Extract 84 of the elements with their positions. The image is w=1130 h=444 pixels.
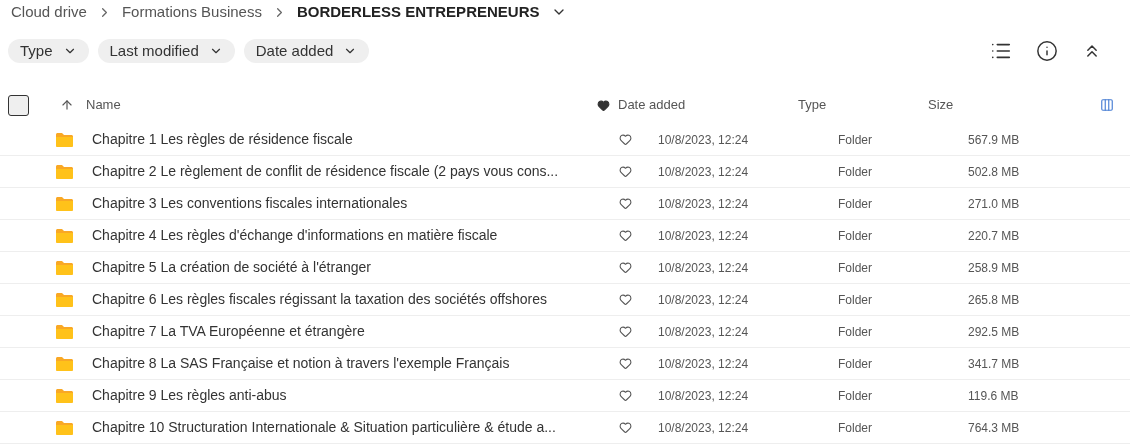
size-cell-text: 292.5 MB — [968, 323, 1021, 341]
date-added-cell-text: 10/8/2023, 12:24 — [658, 419, 750, 437]
date-added-cell-text: 10/8/2023, 12:24 — [658, 195, 750, 213]
type-cell-text: Folder — [838, 291, 873, 309]
filter-dropdown[interactable]: Date added — [243, 39, 370, 63]
size-cell-text: 502.8 MB — [968, 163, 1021, 181]
folder-name: Chapitre 7 La TVA Européenne et étrangère — [92, 322, 366, 341]
favorite-icon[interactable] — [619, 229, 632, 242]
type-cell-text: Folder — [838, 227, 873, 245]
folder-icon — [55, 195, 74, 212]
heart-icon — [597, 98, 610, 112]
folder-icon — [55, 259, 74, 276]
info-icon[interactable] — [1036, 40, 1058, 62]
folder-name: Chapitre 8 La SAS Française et notion à travers l'exemple Français — [92, 354, 511, 373]
folder-row[interactable]: Chapitre 2 Le règlement de conflit de résidence fiscale (2 pays vous cons... 10/8/2023, 12:24 Folder 502.8 MB — [0, 156, 1130, 188]
date-added-cell-text: 10/8/2023, 12:24 — [658, 227, 750, 245]
favorite-icon[interactable] — [619, 197, 632, 210]
folder-row[interactable]: Chapitre 9 Les règles anti-abus 10/8/2023, 12:24 Folder 119.6 MB — [0, 380, 1130, 412]
favorite-icon[interactable] — [619, 133, 632, 146]
folder-icon — [55, 419, 74, 436]
favorite-icon[interactable] — [619, 165, 632, 178]
date-added-cell-text: 10/8/2023, 12:24 — [658, 163, 750, 181]
folder-icon — [55, 323, 74, 340]
folder-row[interactable]: Chapitre 10 Structuration Internationale & Situation particulière & étude a... 10/8/2023, 12:24 Folder 764.3 MB — [0, 412, 1130, 444]
column-header[interactable]: Type — [798, 95, 827, 115]
breadcrumb-item[interactable]: Formations Business — [121, 0, 262, 24]
column-header[interactable]: Name — [86, 95, 121, 115]
type-cell-text: Folder — [838, 131, 873, 149]
favorite-icon[interactable] — [619, 261, 632, 274]
folder-row[interactable]: Chapitre 7 La TVA Européenne et étrangère 10/8/2023, 12:24 Folder 292.5 MB — [0, 316, 1130, 348]
size-cell-text: 271.0 MB — [968, 195, 1021, 213]
folder-name: Chapitre 4 Les règles d'échange d'informations en matière fiscale — [92, 226, 499, 245]
filter-dropdown[interactable]: Last modified — [97, 39, 235, 63]
folder-icon — [55, 131, 74, 148]
favorite-icon[interactable] — [619, 357, 632, 370]
folder-name: Chapitre 3 Les conventions fiscales internationales — [92, 194, 409, 213]
folder-icon — [55, 355, 74, 372]
folder-name: Chapitre 9 Les règles anti-abus — [92, 386, 288, 405]
type-cell-text: Folder — [838, 355, 873, 373]
folder-name: Chapitre 2 Le règlement de conflit de résidence fiscale (2 pays vous cons... — [92, 162, 560, 181]
folder-row[interactable]: Chapitre 8 La SAS Française et notion à travers l'exemple Français 10/8/2023, 12:24 Folder 341.7 MB — [0, 348, 1130, 380]
folder-icon — [55, 163, 74, 180]
date-added-cell-text: 10/8/2023, 12:24 — [658, 387, 750, 405]
favorite-icon[interactable] — [619, 421, 632, 434]
breadcrumb-item[interactable]: BORDERLESS ENTREPRENEURS — [296, 0, 540, 24]
date-added-cell-text: 10/8/2023, 12:24 — [658, 131, 750, 149]
type-cell-text: Folder — [838, 387, 873, 405]
folder-name: Chapitre 1 Les règles de résidence fiscale — [92, 130, 354, 149]
date-added-cell-text: 10/8/2023, 12:24 — [658, 355, 750, 373]
folder-icon — [55, 227, 74, 244]
type-cell-text: Folder — [838, 323, 873, 341]
folder-name: Chapitre 6 Les règles fiscales régissant la taxation des sociétés offshores — [92, 290, 548, 309]
folder-name: Chapitre 10 Structuration Internationale & Situation particulière & étude a... — [92, 418, 557, 437]
column-header[interactable]: Size — [928, 95, 954, 115]
size-cell-text: 265.8 MB — [968, 291, 1021, 309]
type-cell-text: Folder — [838, 259, 873, 277]
favorite-icon[interactable] — [619, 325, 632, 338]
folder-row[interactable]: Chapitre 5 La création de société à l'étranger 10/8/2023, 12:24 Folder 258.9 MB — [0, 252, 1130, 284]
filter-dropdown[interactable]: Type — [8, 39, 89, 63]
type-cell-text: Folder — [838, 163, 873, 181]
date-added-cell-text: 10/8/2023, 12:24 — [658, 259, 750, 277]
folder-row[interactable]: Chapitre 6 Les règles fiscales régissant la taxation des sociétés offshores 10/8/2023, 12:24 Folder 265.8 MB — [0, 284, 1130, 316]
folder-icon — [55, 387, 74, 404]
size-cell-text: 764.3 MB — [968, 419, 1021, 437]
date-added-cell-text: 10/8/2023, 12:24 — [658, 291, 750, 309]
size-cell-text: 258.9 MB — [968, 259, 1021, 277]
size-cell-text: 220.7 MB — [968, 227, 1021, 245]
columns-icon[interactable] — [1100, 98, 1114, 112]
folder-row[interactable]: Chapitre 3 Les conventions fiscales internationales 10/8/2023, 12:24 Folder 271.0 MB — [0, 188, 1130, 220]
favorite-icon[interactable] — [619, 389, 632, 402]
folder-row[interactable]: Chapitre 1 Les règles de résidence fiscale 10/8/2023, 12:24 Folder 567.9 MB — [0, 124, 1130, 156]
folder-row[interactable]: Chapitre 4 Les règles d'échange d'informations en matière fiscale 10/8/2023, 12:24 Folder 220.7 MB — [0, 220, 1130, 252]
favorite-icon[interactable] — [619, 293, 632, 306]
date-added-cell-text: 10/8/2023, 12:24 — [658, 323, 750, 341]
type-cell-text: Folder — [838, 195, 873, 213]
select-all-checkbox[interactable] — [8, 94, 29, 116]
size-cell-text: 567.9 MB — [968, 131, 1021, 149]
column-header[interactable]: Date added — [618, 95, 686, 115]
size-cell-text: 119.6 MB — [968, 387, 1020, 405]
size-cell-text: 341.7 MB — [968, 355, 1021, 373]
breadcrumb-item[interactable]: Cloud drive — [11, 0, 87, 24]
type-cell-text: Folder — [838, 419, 873, 437]
folder-icon — [55, 291, 74, 308]
folder-name: Chapitre 5 La création de société à l'étranger — [92, 258, 372, 277]
